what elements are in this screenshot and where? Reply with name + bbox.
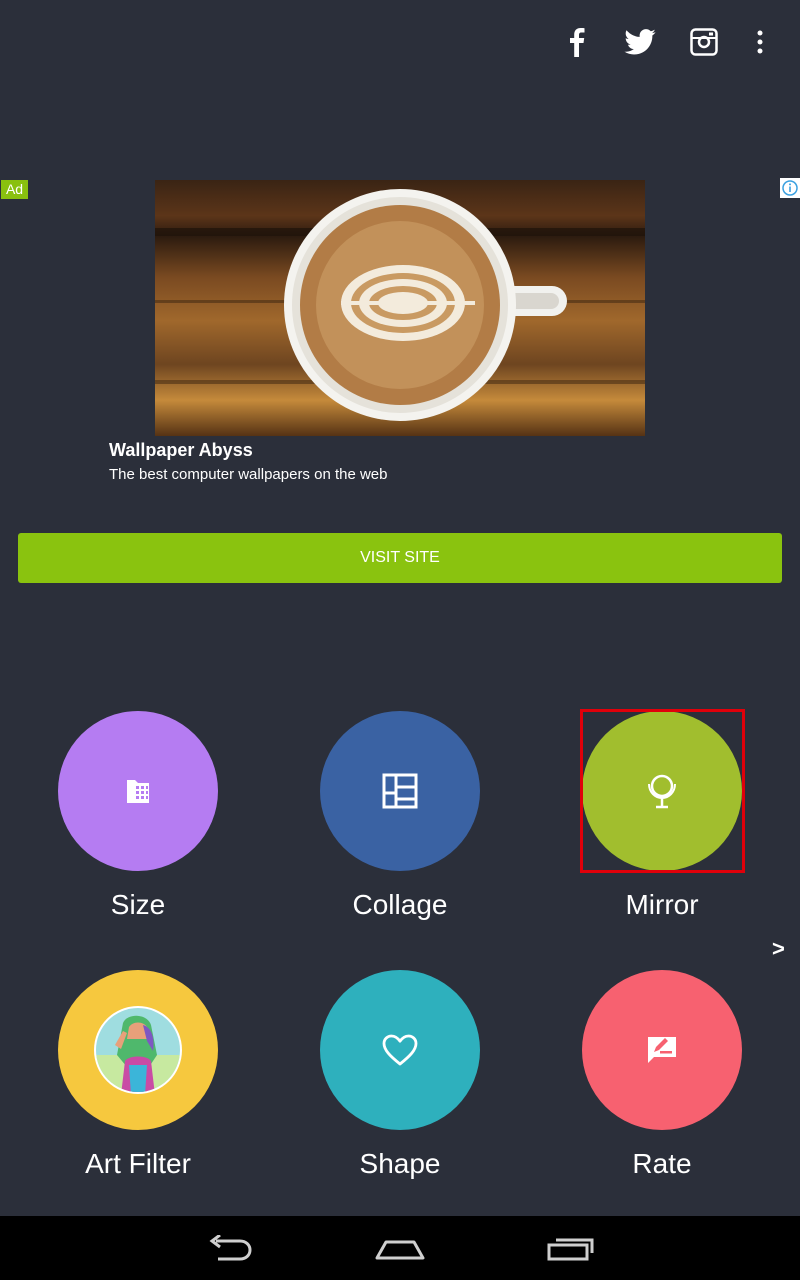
mirror-circle[interactable] (582, 711, 742, 871)
ad-image[interactable] (155, 180, 645, 436)
twitter-icon (624, 29, 656, 55)
collage-circle[interactable] (320, 711, 480, 871)
collage-icon (382, 773, 418, 809)
facebook-icon (570, 28, 585, 57)
ad-title[interactable]: Wallpaper Abyss (109, 440, 253, 461)
shape-circle[interactable] (320, 970, 480, 1130)
info-icon (782, 180, 798, 196)
tile-art-filter[interactable]: Art Filter (38, 970, 238, 1180)
size-circle[interactable] (58, 711, 218, 871)
ad-badge: Ad (1, 180, 28, 199)
top-bar (0, 0, 800, 84)
heart-icon (382, 1034, 418, 1066)
tile-label-size: Size (110, 889, 166, 920)
visit-site-button[interactable]: VISIT SITE (18, 533, 782, 583)
tile-label-rate: Rate (632, 1148, 692, 1179)
ad-info-button[interactable] (780, 178, 800, 198)
tile-label-shape: Shape (359, 1148, 441, 1179)
recents-button[interactable] (540, 1228, 600, 1268)
home-icon (375, 1240, 425, 1260)
rate-circle[interactable] (582, 970, 742, 1130)
tile-label-mirror: Mirror (625, 889, 699, 920)
instagram-button[interactable] (686, 24, 722, 60)
back-icon (209, 1235, 252, 1261)
tile-rate[interactable]: Rate (562, 970, 762, 1180)
overflow-menu-icon (757, 30, 763, 54)
tile-mirror[interactable]: Mirror (562, 711, 762, 921)
system-nav-bar (0, 1216, 800, 1280)
mirror-icon (648, 774, 676, 809)
tile-label-art-filter: Art Filter (85, 1148, 191, 1179)
tile-collage[interactable]: Collage (300, 711, 500, 921)
twitter-button[interactable] (622, 24, 658, 60)
facebook-button[interactable] (558, 24, 594, 60)
art-filter-thumbnail (94, 1006, 182, 1094)
tile-label-collage: Collage (352, 889, 448, 920)
tile-shape[interactable]: Shape (300, 970, 500, 1180)
overflow-menu-button[interactable] (742, 24, 778, 60)
instagram-icon (690, 28, 718, 56)
home-button[interactable] (370, 1228, 430, 1268)
back-button[interactable] (200, 1228, 260, 1268)
ad-description: The best computer wallpapers on the web (109, 466, 388, 483)
art-filter-circle[interactable] (58, 970, 218, 1130)
next-page-arrow[interactable]: > (772, 936, 785, 962)
rate-icon (648, 1037, 676, 1063)
size-icon (127, 780, 149, 803)
recents-icon (547, 1238, 594, 1261)
coffee-cup-image (155, 189, 645, 421)
tile-size[interactable]: Size (38, 711, 238, 921)
